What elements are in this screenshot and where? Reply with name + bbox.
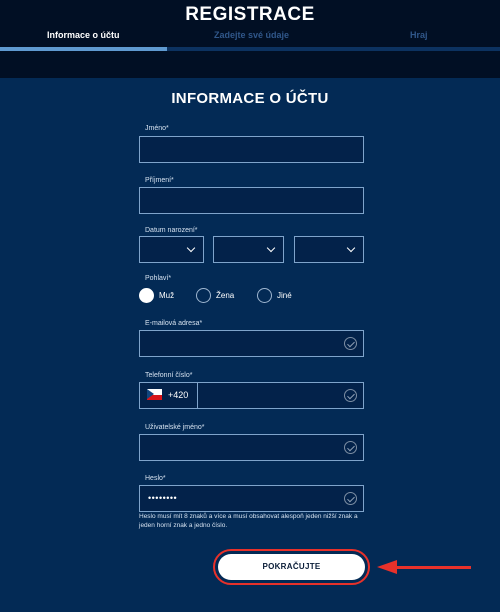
step-account-info: Informace o účtu bbox=[47, 30, 120, 40]
gender-male-label: Muž bbox=[159, 291, 175, 300]
gender-radio-other[interactable] bbox=[257, 288, 272, 303]
chevron-down-icon bbox=[186, 243, 196, 253]
annotation-arrow-shaft bbox=[395, 566, 471, 569]
annotation-arrow-icon bbox=[377, 560, 397, 574]
birth-date-label: Datum narození* bbox=[145, 227, 198, 234]
chevron-down-icon bbox=[266, 243, 276, 253]
gender-female-label: Žena bbox=[216, 291, 235, 300]
gender-radio-female[interactable] bbox=[196, 288, 211, 303]
progress-bar bbox=[0, 47, 500, 51]
email-label: E-mailová adresa* bbox=[145, 320, 203, 327]
gender-radio-male[interactable] bbox=[139, 288, 154, 303]
last-name-label: Příjmení* bbox=[145, 177, 174, 184]
first-name-label: Jméno* bbox=[145, 125, 169, 132]
birth-day-select[interactable] bbox=[139, 236, 204, 263]
email-input[interactable] bbox=[139, 330, 364, 357]
continue-button[interactable]: POKRAČUJTE bbox=[218, 554, 365, 580]
check-circle-icon bbox=[344, 337, 357, 350]
password-hint: Heslo musí mít 8 znaků a více a musí obs… bbox=[139, 513, 358, 529]
check-circle-icon bbox=[344, 389, 357, 402]
check-circle-icon bbox=[344, 492, 357, 505]
password-input[interactable]: •••••••• bbox=[139, 485, 364, 512]
phone-field: +420 bbox=[139, 382, 364, 409]
birth-year-select[interactable] bbox=[294, 236, 364, 263]
step-personal-details: Zadejte své údaje bbox=[214, 30, 290, 40]
first-name-input[interactable] bbox=[139, 136, 364, 163]
username-label: Uživatelské jméno* bbox=[145, 424, 205, 431]
registration-header: REGISTRACE Informace o účtu Zadejte své … bbox=[0, 0, 500, 78]
gender-other-label: Jiné bbox=[277, 291, 292, 300]
password-label: Heslo* bbox=[145, 475, 166, 482]
form-title: INFORMACE O ÚČTU bbox=[171, 90, 329, 107]
registration-title: REGISTRACE bbox=[185, 4, 315, 25]
chevron-down-icon bbox=[346, 243, 356, 253]
progress-fill bbox=[0, 47, 167, 51]
phone-country-code: +420 bbox=[168, 390, 189, 400]
step-play: Hraj bbox=[410, 30, 428, 40]
birth-month-select[interactable] bbox=[213, 236, 284, 263]
username-input[interactable] bbox=[139, 434, 364, 461]
check-circle-icon bbox=[344, 441, 357, 454]
last-name-input[interactable] bbox=[139, 187, 364, 214]
phone-label: Telefonní číslo* bbox=[145, 372, 193, 379]
gender-label: Pohlaví* bbox=[145, 275, 172, 282]
czech-flag-icon bbox=[147, 389, 162, 400]
phone-country-selector[interactable]: +420 bbox=[140, 383, 198, 408]
password-masked-value: •••••••• bbox=[148, 493, 178, 503]
